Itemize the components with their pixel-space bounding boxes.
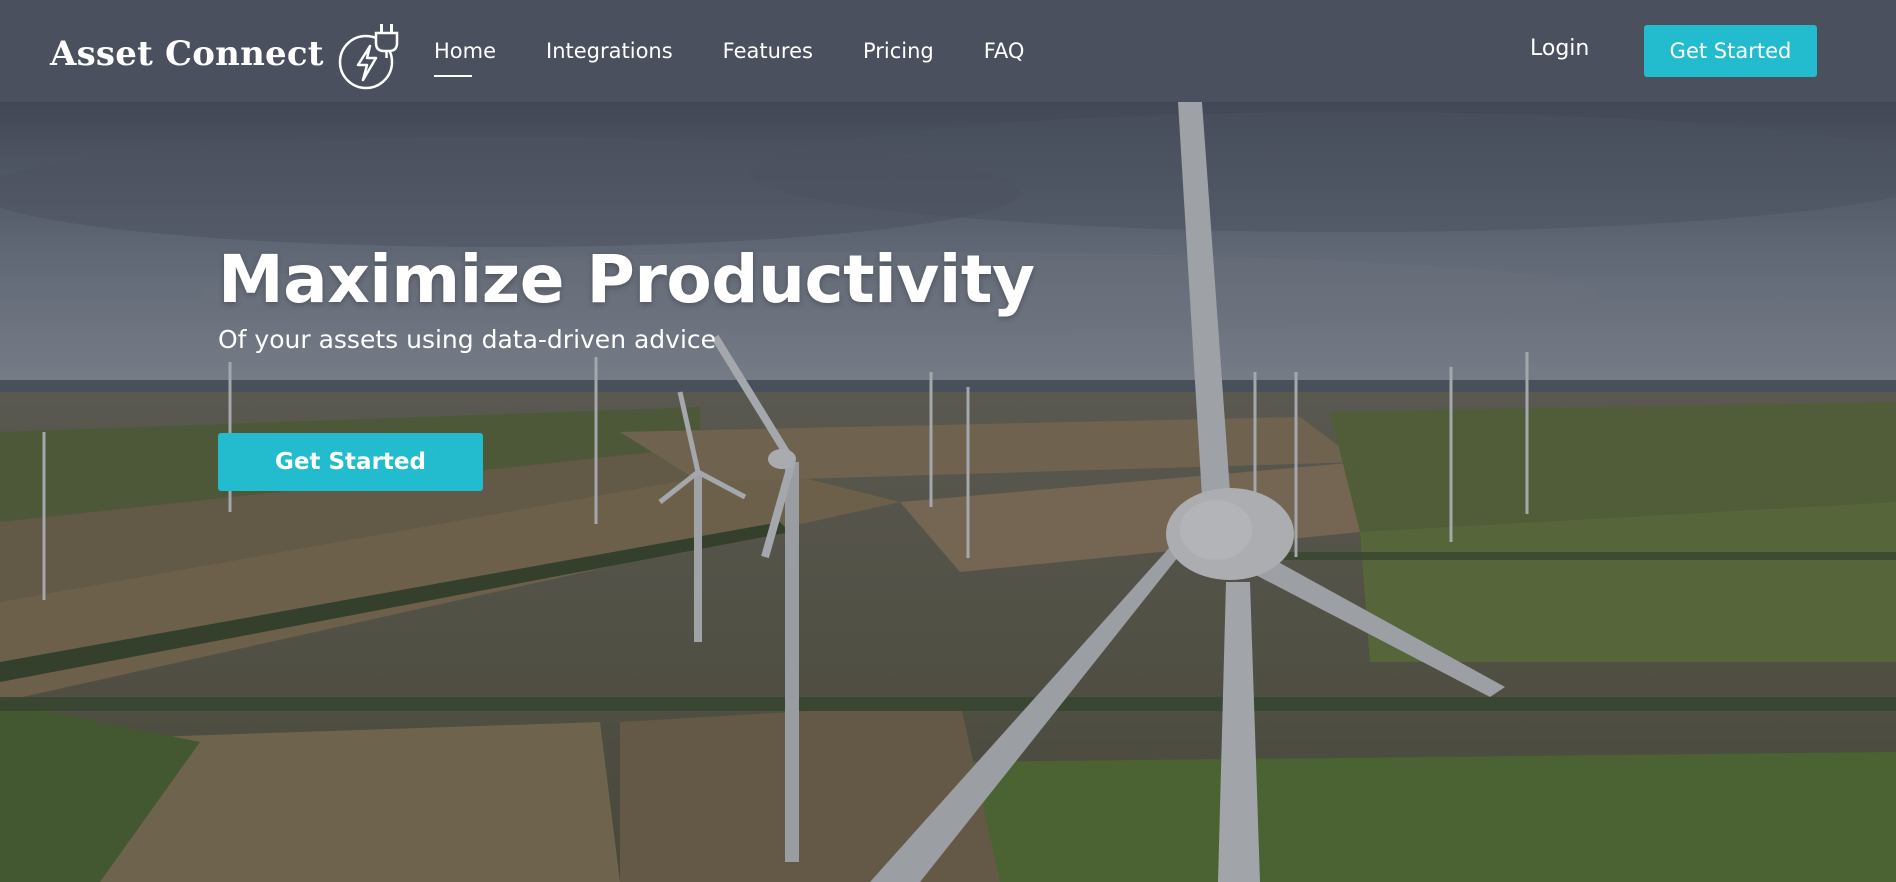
hero-content: Maximize Productivity Of your assets usi… bbox=[218, 241, 1035, 354]
nav-integrations[interactable]: Integrations bbox=[546, 40, 673, 62]
hero-section: Maximize Productivity Of your assets usi… bbox=[0, 102, 1896, 882]
navbar: Asset Connect Home Integrations Features… bbox=[0, 0, 1896, 102]
brand-logo[interactable]: Asset Connect bbox=[50, 18, 410, 90]
hero-overlay bbox=[0, 102, 1896, 882]
nav-home[interactable]: Home bbox=[434, 40, 496, 77]
hero-get-started-button[interactable]: Get Started bbox=[218, 433, 483, 491]
bolt-plug-icon bbox=[338, 24, 398, 90]
nav-faq[interactable]: FAQ bbox=[984, 40, 1025, 62]
hero-title: Maximize Productivity bbox=[218, 241, 1035, 318]
hero-subtitle: Of your assets using data-driven advice bbox=[218, 324, 717, 354]
brand-name: Asset Connect bbox=[50, 34, 324, 74]
nav-get-started-button[interactable]: Get Started bbox=[1644, 25, 1817, 77]
nav-features[interactable]: Features bbox=[723, 40, 813, 62]
login-link[interactable]: Login bbox=[1530, 38, 1589, 60]
primary-nav: Home Integrations Features Pricing FAQ bbox=[434, 0, 1074, 102]
nav-pricing[interactable]: Pricing bbox=[863, 40, 934, 62]
